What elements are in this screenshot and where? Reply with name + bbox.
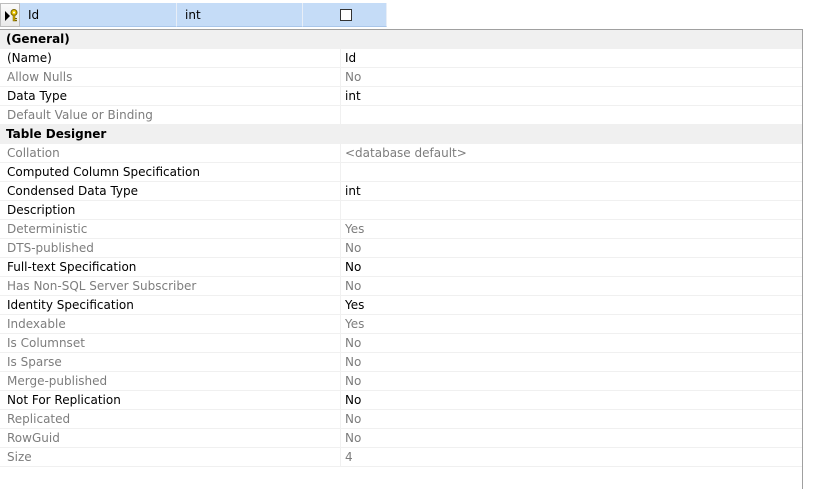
property-value[interactable]: No [340,277,802,295]
property-name: Size [7,450,32,464]
property-name: Collation [7,146,60,160]
property-name: Identity Specification [7,298,134,312]
property-row[interactable]: (Name) Id [0,49,802,68]
property-value[interactable]: Yes [340,315,802,333]
property-row[interactable]: Condensed Data Type int [0,182,802,201]
property-name: Condensed Data Type [7,184,139,198]
property-value[interactable]: No [340,410,802,428]
property-row[interactable]: Full-text Specification No [0,258,802,277]
property-row[interactable]: Computed Column Specification [0,163,802,182]
property-value[interactable]: <database default> [340,144,802,162]
property-value[interactable]: No [340,353,802,371]
property-value[interactable]: Yes [340,296,802,314]
property-row[interactable]: RowGuid No [0,429,802,448]
property-value[interactable]: int [340,182,802,200]
property-value[interactable]: No [340,239,802,257]
data-type-cell[interactable]: int [177,3,303,27]
property-name: Replicated [7,412,71,426]
property-row[interactable]: Data Type int [0,87,802,106]
property-name: DTS-published [7,241,94,255]
property-value[interactable]: 4 [340,448,802,466]
property-value[interactable]: No [340,334,802,352]
property-row[interactable]: Not For Replication No [0,391,802,410]
property-name: Has Non-SQL Server Subscriber [7,279,197,293]
property-name: Is Sparse [7,355,62,369]
allow-nulls-checkbox[interactable] [340,9,352,21]
property-name: RowGuid [7,431,60,445]
property-value[interactable]: No [340,68,802,86]
property-name: Data Type [7,89,68,103]
property-row[interactable]: Identity Specification Yes [0,296,802,315]
property-name: Default Value or Binding [7,108,153,122]
property-row[interactable]: Description [0,201,802,220]
property-value[interactable]: Id [340,49,802,67]
property-row[interactable]: Size 4 [0,448,802,467]
property-value[interactable]: No [340,391,802,409]
property-name: Description [7,203,76,217]
property-category[interactable]: (General) [0,30,802,49]
property-name: Is Columnset [7,336,85,350]
column-properties-grid: (General) (Name) Id Allow Nulls No Data Type i… [0,29,803,489]
property-name: Not For Replication [7,393,121,407]
property-value[interactable] [340,106,802,124]
property-value[interactable]: Yes [340,220,802,238]
property-row[interactable]: DTS-published No [0,239,802,258]
property-name: Allow Nulls [7,70,73,84]
property-name: Indexable [7,317,66,331]
property-row[interactable]: Allow Nulls No [0,68,802,87]
property-value[interactable]: No [340,429,802,447]
property-value[interactable]: No [340,258,802,276]
property-row[interactable]: Collation <database default> [0,144,802,163]
property-row[interactable]: Merge-published No [0,372,802,391]
primary-key-icon [10,9,18,22]
property-name: (Name) [7,51,52,65]
row-selector[interactable] [0,3,20,27]
property-name: Deterministic [7,222,88,236]
property-row[interactable]: Indexable Yes [0,315,802,334]
property-value[interactable]: No [340,372,802,390]
property-row[interactable]: Deterministic Yes [0,220,802,239]
column-name-cell[interactable]: Id [20,3,177,27]
property-name: Full-text Specification [7,260,137,274]
property-row[interactable]: Is Sparse No [0,353,802,372]
property-name: Computed Column Specification [7,165,200,179]
column-grid-row[interactable]: Id int [0,3,387,27]
property-value[interactable] [340,163,802,181]
property-value[interactable]: int [340,87,802,105]
property-row[interactable]: Is Columnset No [0,334,802,353]
property-category[interactable]: Table Designer [0,125,802,144]
property-value[interactable] [340,201,802,219]
allow-nulls-cell[interactable] [303,3,387,27]
property-row[interactable]: Has Non-SQL Server Subscriber No [0,277,802,296]
property-name: Merge-published [7,374,108,388]
property-row[interactable]: Default Value or Binding [0,106,802,125]
property-row[interactable]: Replicated No [0,410,802,429]
